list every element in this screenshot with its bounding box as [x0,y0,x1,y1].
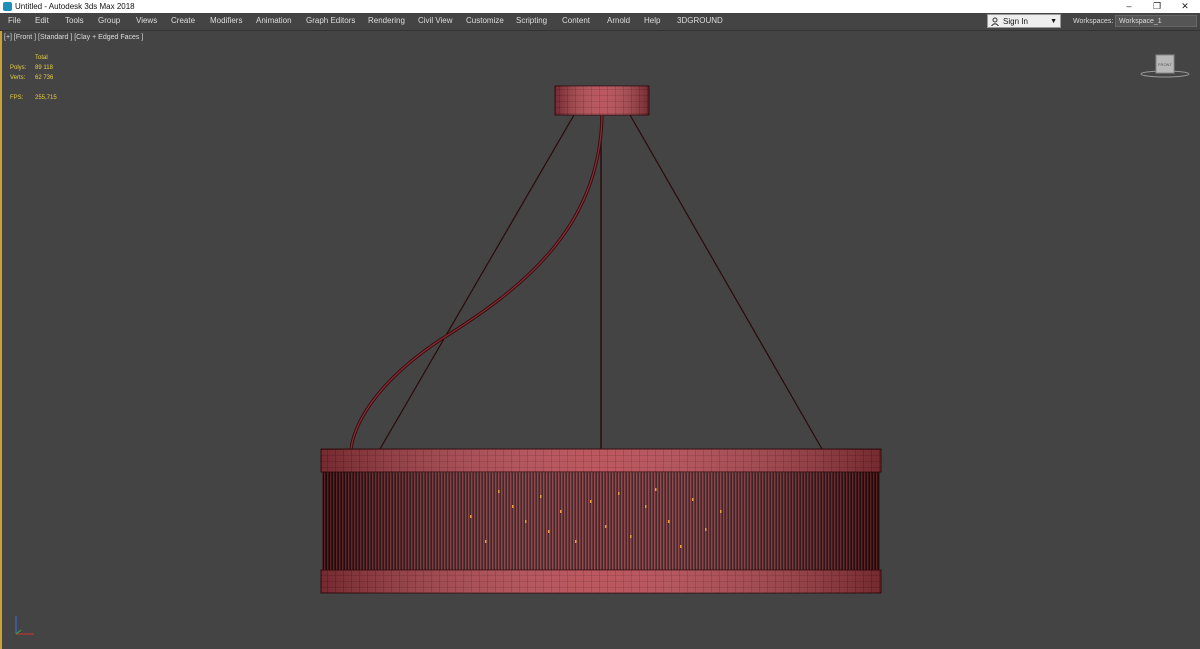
suspension-wire-right[interactable] [629,114,823,450]
bottom-band-shading [321,570,881,593]
rods-shading [323,472,879,570]
suspension-wire-left[interactable] [379,114,575,450]
axis-tripod-icon [15,616,34,635]
top-band-shading [321,449,881,472]
canopy-shading [555,86,649,115]
scene-canvas[interactable] [0,0,1200,649]
